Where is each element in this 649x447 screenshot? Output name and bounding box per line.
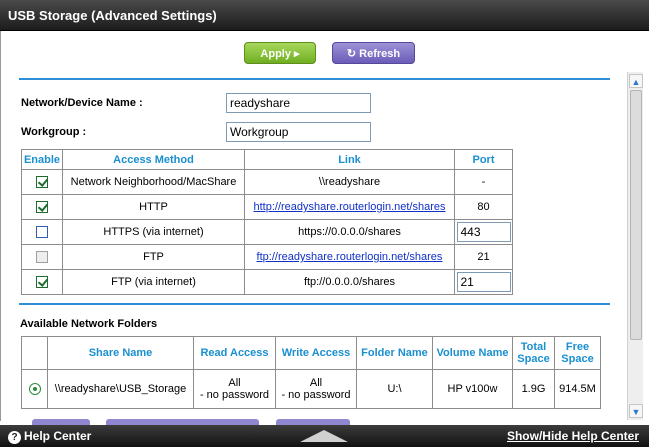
port-input[interactable] xyxy=(456,272,511,292)
link-cell: \\readyshare xyxy=(244,169,455,195)
access-method-column-header: Access Method xyxy=(62,149,245,170)
port-cell xyxy=(454,219,513,245)
help-center-label: Help Center xyxy=(24,429,92,443)
port-cell: - xyxy=(454,169,513,195)
port-cell: 80 xyxy=(454,194,513,220)
volume-name-column-header: Volume Name xyxy=(432,336,513,370)
workgroup-label: Workgroup : xyxy=(21,126,87,138)
access-method-cell: FTP (via internet) xyxy=(62,269,245,295)
access-method-cell: HTTP xyxy=(62,194,245,220)
workgroup-input[interactable] xyxy=(226,122,371,142)
enable-checkbox[interactable] xyxy=(36,251,48,264)
access-link-text: https://0.0.0.0/shares xyxy=(298,226,401,238)
access-row: FTP (via internet) ftp://0.0.0.0/shares xyxy=(21,269,513,295)
device-name-input[interactable] xyxy=(226,93,371,113)
folder-name-column-header: Folder Name xyxy=(356,336,433,370)
write-access-cell: All - no password xyxy=(275,369,357,409)
help-footer: ? Help Center Show/Hide Help Center xyxy=(0,425,649,447)
show-hide-help-link[interactable]: Show/Hide Help Center xyxy=(507,429,639,443)
select-column-header xyxy=(21,336,48,370)
device-name-label: Network/Device Name : xyxy=(21,97,143,109)
vertical-scrollbar[interactable]: ▲ ▼ xyxy=(627,72,643,420)
enable-checkbox[interactable] xyxy=(36,276,48,289)
help-center-link[interactable]: ? Help Center xyxy=(8,429,91,444)
access-method-cell: Network Neighborhood/MacShare xyxy=(62,169,245,195)
access-row: Network Neighborhood/MacShare \\readyshar… xyxy=(21,169,513,195)
access-link[interactable]: http://readyshare.routerlogin.net/shares xyxy=(253,201,445,213)
volume-name-cell: HP v100w xyxy=(432,369,513,409)
enable-checkbox[interactable] xyxy=(36,201,48,214)
access-row: FTP ftp://readyshare.routerlogin.net/shar… xyxy=(21,244,513,270)
network-folders-table: Share Name Read Access Write Access Fold… xyxy=(21,336,601,409)
enable-cell xyxy=(21,219,63,245)
access-link-text: \\readyshare xyxy=(318,176,381,188)
access-link[interactable]: ftp://readyshare.routerlogin.net/shares xyxy=(257,251,443,263)
folder-row: \\readyshare\USB_Storage All - no passwor… xyxy=(21,369,601,409)
select-cell xyxy=(21,369,48,409)
total-space-cell: 1.9G xyxy=(512,369,555,409)
link-cell: https://0.0.0.0/shares xyxy=(244,219,455,245)
folders-section-title: Available Network Folders xyxy=(20,318,158,330)
window-title: USB Storage (Advanced Settings) xyxy=(8,8,217,23)
question-circle-icon: ? xyxy=(8,431,21,444)
folder-name-cell: U:\ xyxy=(356,369,433,409)
enable-cell xyxy=(21,194,63,220)
port-value: 80 xyxy=(477,201,490,213)
refresh-button[interactable]: ↻ Refresh xyxy=(332,42,415,64)
scrollbar-thumb[interactable] xyxy=(630,90,642,340)
read-access-cell: All - no password xyxy=(193,369,276,409)
link-column-header: Link xyxy=(244,149,455,170)
chevron-down-icon[interactable]: ▼ xyxy=(629,404,643,418)
access-row: HTTP http://readyshare.routerlogin.net/sh… xyxy=(21,194,513,220)
enable-cell xyxy=(21,269,63,295)
port-column-header: Port xyxy=(454,149,513,170)
access-row: HTTPS (via internet) https://0.0.0.0/shar… xyxy=(21,219,513,245)
free-space-column-header: Free Space xyxy=(554,336,601,370)
settings-panel: Apply ▸ ↻ Refresh Network/Device Name : … xyxy=(0,31,627,421)
link-cell: ftp://0.0.0.0/shares xyxy=(244,269,455,295)
port-cell xyxy=(454,269,513,295)
enable-checkbox[interactable] xyxy=(36,226,48,239)
enable-cell xyxy=(21,169,63,195)
access-method-cell: FTP xyxy=(62,244,245,270)
port-cell: 21 xyxy=(454,244,513,270)
share-name-column-header: Share Name xyxy=(47,336,194,370)
title-bar: USB Storage (Advanced Settings) xyxy=(0,0,649,31)
free-space-cell: 914.5M xyxy=(554,369,601,409)
share-name-cell: \\readyshare\USB_Storage xyxy=(47,369,194,409)
section-divider-top xyxy=(19,78,610,80)
triangle-up-icon[interactable] xyxy=(300,430,348,442)
access-link-text: ftp://0.0.0.0/shares xyxy=(303,276,396,288)
apply-button[interactable]: Apply ▸ xyxy=(244,42,316,64)
access-method-cell: HTTPS (via internet) xyxy=(62,219,245,245)
access-method-table: Enable Access Method Link Port Network N… xyxy=(21,149,513,295)
write-access-column-header: Write Access xyxy=(275,336,357,370)
total-space-column-header: Total Space xyxy=(512,336,555,370)
link-cell: http://readyshare.routerlogin.net/shares xyxy=(244,194,455,220)
folder-radio[interactable] xyxy=(28,383,41,396)
chevron-up-icon[interactable]: ▲ xyxy=(629,74,643,88)
read-access-column-header: Read Access xyxy=(193,336,276,370)
enable-cell xyxy=(21,244,63,270)
enable-checkbox[interactable] xyxy=(36,176,48,189)
section-divider-folders xyxy=(19,303,610,305)
port-value: - xyxy=(481,176,486,188)
enable-column-header: Enable xyxy=(21,149,63,170)
port-input[interactable] xyxy=(456,222,511,242)
port-value: 21 xyxy=(477,251,490,263)
link-cell: ftp://readyshare.routerlogin.net/shares xyxy=(244,244,455,270)
